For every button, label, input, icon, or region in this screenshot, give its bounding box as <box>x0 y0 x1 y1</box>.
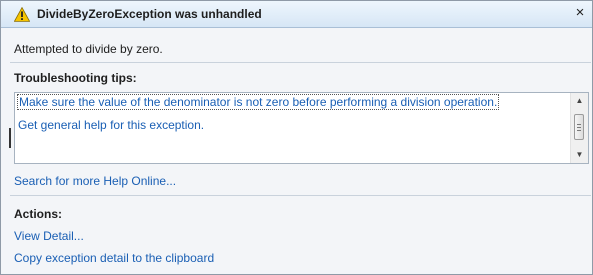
title-bar: DivideByZeroException was unhandled × <box>1 1 592 28</box>
scroll-thumb[interactable] <box>574 114 584 140</box>
scroll-up-arrow-icon[interactable]: ▲ <box>571 94 588 108</box>
exception-message: Attempted to divide by zero. <box>14 42 163 56</box>
divider <box>10 195 591 196</box>
thumb-grip <box>577 124 581 125</box>
warning-icon <box>14 7 30 22</box>
thumb-grip <box>577 130 581 131</box>
divider <box>10 62 591 63</box>
scroll-down-arrow-icon[interactable]: ▼ <box>571 148 588 162</box>
close-icon[interactable]: × <box>572 4 588 22</box>
search-help-online-link[interactable]: Search for more Help Online... <box>14 174 176 188</box>
edge-marker <box>9 128 11 148</box>
dialog-title: DivideByZeroException was unhandled <box>37 7 262 21</box>
actions-heading: Actions: <box>14 207 62 221</box>
tips-scrollbar[interactable]: ▲ ▼ <box>570 93 588 163</box>
tip-link-general-help[interactable]: Get general help for this exception. <box>18 118 204 132</box>
exception-assistant-dialog: DivideByZeroException was unhandled × At… <box>0 0 593 275</box>
view-detail-link[interactable]: View Detail... <box>14 229 84 243</box>
thumb-grip <box>577 127 581 128</box>
tip-link-denominator[interactable]: Make sure the value of the denominator i… <box>17 94 500 110</box>
troubleshooting-tips-list: Make sure the value of the denominator i… <box>14 92 589 164</box>
troubleshooting-heading: Troubleshooting tips: <box>14 71 137 85</box>
copy-exception-detail-link[interactable]: Copy exception detail to the clipboard <box>14 251 214 265</box>
